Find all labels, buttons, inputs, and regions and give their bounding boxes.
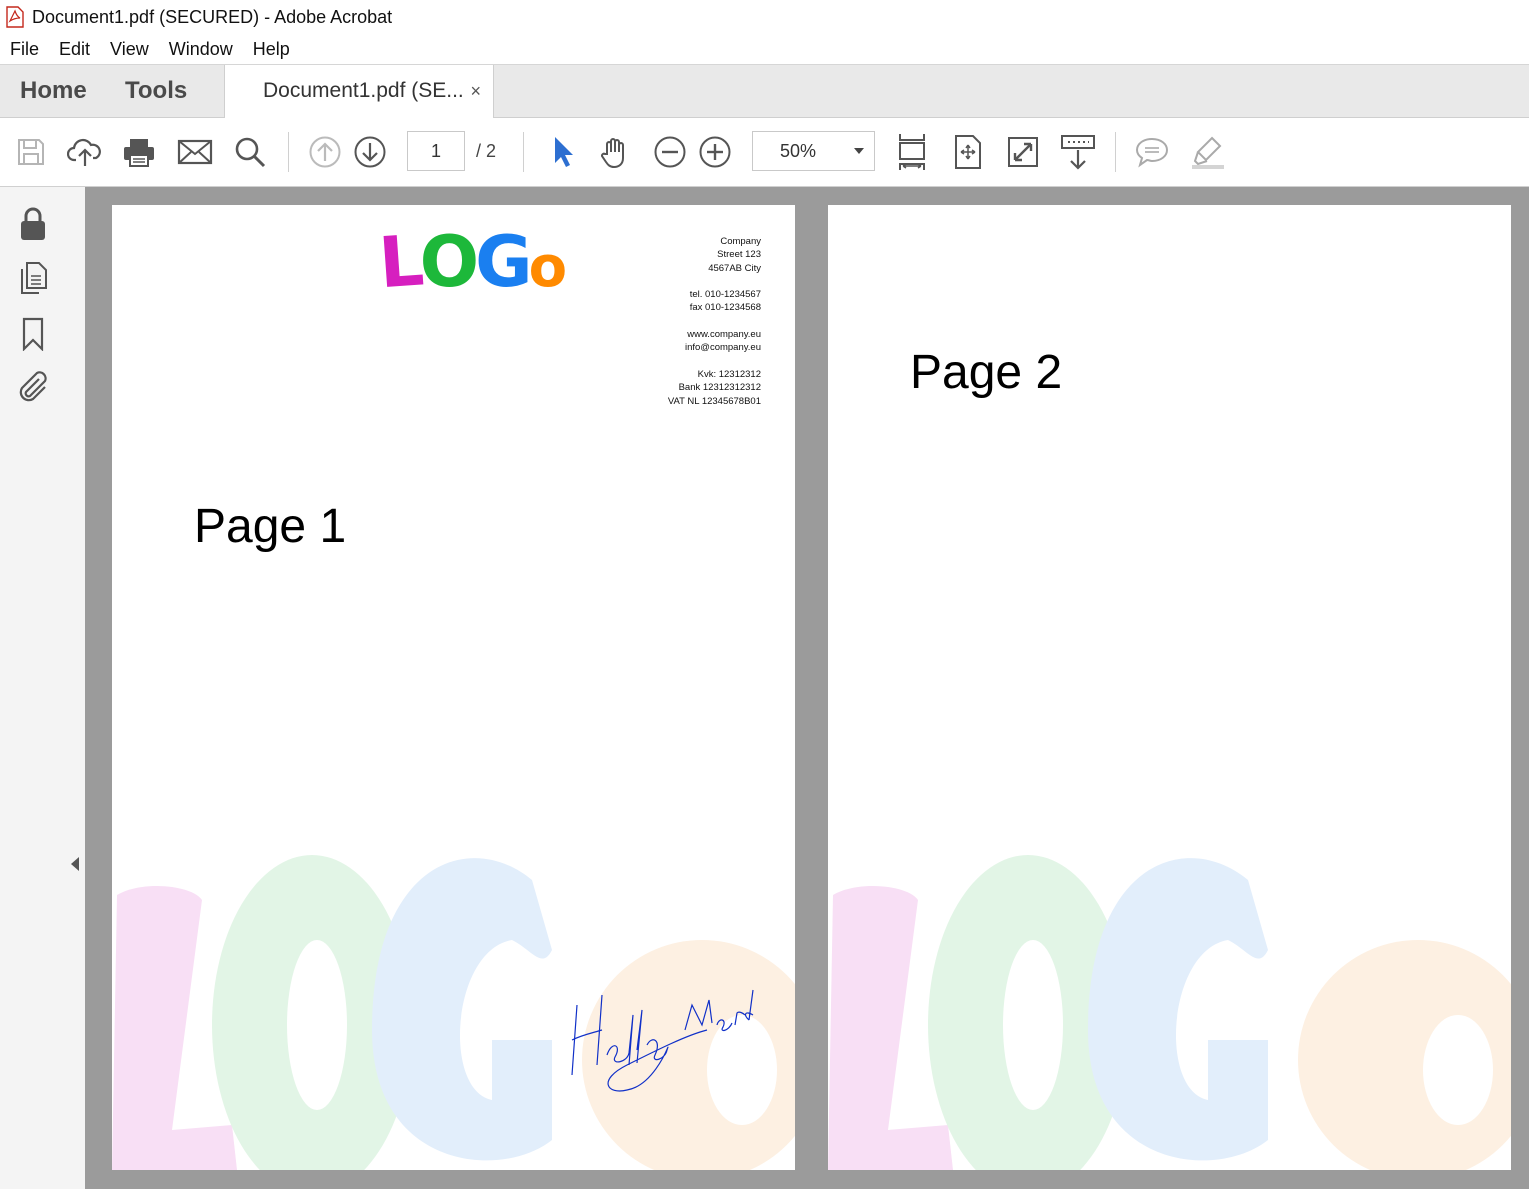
address-line: VAT NL 12345678B01 <box>667 395 761 407</box>
full-screen-icon[interactable] <box>1005 134 1041 170</box>
tab-bar: Home Tools Document1.pdf (SE... × <box>0 65 1529 118</box>
address-line: Street 123 <box>717 249 761 261</box>
menu-edit[interactable]: Edit <box>59 39 90 60</box>
address-line: www.company.eu <box>687 329 761 341</box>
page-1-heading: Page 1 <box>194 500 347 553</box>
page-total: / 2 <box>476 141 497 161</box>
upload-cloud-icon[interactable] <box>67 134 103 170</box>
address-line: Bank 12312312312 <box>678 382 761 394</box>
zoom-select[interactable]: 50% <box>752 131 875 171</box>
page-down-icon[interactable] <box>352 134 388 170</box>
save-icon[interactable] <box>13 134 49 170</box>
address-line: 4567AB City <box>708 262 761 274</box>
collapse-arrow-icon <box>71 857 79 871</box>
attachment-icon[interactable] <box>16 369 50 403</box>
menu-help[interactable]: Help <box>253 39 290 60</box>
email-icon[interactable] <box>177 134 213 170</box>
page-2-heading: Page 2 <box>910 346 1063 399</box>
address-line: info@company.eu <box>684 342 761 354</box>
close-tab-icon[interactable]: × <box>470 65 481 117</box>
zoom-in-icon[interactable] <box>697 134 733 170</box>
page-number-input[interactable]: 1 <box>407 131 465 171</box>
tab-document[interactable]: Document1.pdf (SE... × <box>224 65 494 118</box>
address-line: Kvk: 12312312 <box>697 368 761 380</box>
logo-letter: L <box>376 219 423 305</box>
toolbar: 1 / 2 50% <box>0 118 1529 187</box>
tab-home[interactable]: Home <box>20 65 87 117</box>
address-line <box>668 315 761 328</box>
address-line: Company <box>720 236 761 247</box>
menu-window[interactable]: Window <box>169 39 233 60</box>
company-logo: LOGo <box>376 219 568 305</box>
address-line: fax 010-1234568 <box>689 302 761 314</box>
menu-view[interactable]: View <box>110 39 149 60</box>
toolbar-separator <box>523 132 524 172</box>
zoom-value: 50% <box>779 141 817 161</box>
logo-letter: o <box>528 235 568 300</box>
print-icon[interactable] <box>121 134 157 170</box>
address-line <box>668 275 761 288</box>
select-cursor-icon[interactable] <box>543 134 579 170</box>
address-line: tel. 010-1234567 <box>689 289 761 301</box>
pages-icon[interactable] <box>16 261 50 295</box>
panel-collapse-handle[interactable] <box>67 187 85 1189</box>
tab-tools[interactable]: Tools <box>125 65 187 117</box>
read-mode-icon[interactable] <box>1060 134 1096 170</box>
page-up-icon[interactable] <box>307 134 343 170</box>
window-title: Document1.pdf (SECURED) - Adobe Acrobat <box>32 6 393 27</box>
toolbar-separator <box>1115 132 1116 172</box>
menu-bar: File Edit View Window Help <box>0 34 1529 65</box>
comment-icon[interactable] <box>1134 134 1170 170</box>
highlight-pen-icon[interactable] <box>1190 134 1226 170</box>
document-viewer[interactable]: LOGo Company Street 123 4567AB City tel.… <box>85 187 1529 1189</box>
handwritten-signature <box>571 989 754 1092</box>
company-address: Company Street 123 4567AB City tel. 010-… <box>668 235 761 408</box>
logo-watermark <box>828 855 1511 1170</box>
pdf-page-2: Page 2 <box>828 205 1511 1170</box>
logo-letter: G <box>475 221 533 303</box>
rotate-page-icon[interactable] <box>950 134 986 170</box>
lock-icon[interactable] <box>16 207 50 241</box>
menu-file[interactable]: File <box>10 39 39 60</box>
title-bar: Document1.pdf (SECURED) - Adobe Acrobat <box>0 0 1529 34</box>
logo-letter: O <box>419 221 479 303</box>
hand-tool-icon[interactable] <box>597 134 633 170</box>
zoom-out-icon[interactable] <box>652 134 688 170</box>
pdf-page-1: LOGo Company Street 123 4567AB City tel.… <box>112 205 795 1170</box>
search-icon[interactable] <box>232 134 268 170</box>
pdf-file-icon <box>6 6 24 28</box>
toolbar-separator <box>288 132 289 172</box>
navigation-panel <box>0 187 68 1189</box>
address-line <box>668 355 761 368</box>
fit-page-icon[interactable] <box>894 134 930 170</box>
tab-document-label: Document1.pdf (SE... <box>263 79 464 102</box>
chevron-down-icon <box>854 148 864 154</box>
bookmark-icon[interactable] <box>16 317 50 351</box>
